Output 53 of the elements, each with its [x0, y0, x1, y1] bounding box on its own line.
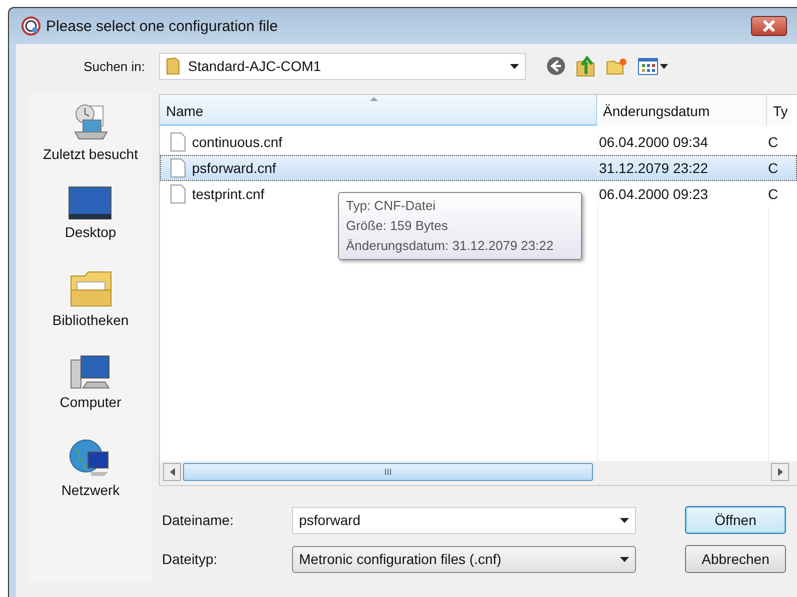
open-button[interactable]: Öffnen: [685, 506, 786, 534]
document-icon: [170, 158, 186, 178]
file-name: psforward.cnf: [192, 160, 276, 176]
scroll-left-button[interactable]: [163, 463, 181, 481]
scrollbar-thumb[interactable]: III: [183, 463, 593, 481]
monitor-icon: [68, 186, 112, 220]
sort-up-icon: [370, 97, 378, 101]
tooltip-line: Änderungsdatum: 31.12.2079 23:22: [346, 237, 554, 255]
file-row[interactable]: continuous.cnf 06.04.2000 09:34 C: [160, 129, 797, 155]
file-name-label: Dateiname:: [162, 512, 235, 528]
file-type-label: Dateityp:: [162, 551, 218, 567]
computer-icon: [68, 354, 112, 390]
sidebar-item[interactable]: Zuletzt besucht: [43, 146, 138, 162]
app-logo-icon: [21, 16, 41, 36]
close-button[interactable]: [751, 16, 787, 36]
file-name: continuous.cnf: [192, 134, 282, 150]
file-row[interactable]: psforward.cnf 31.12.2079 23:22 C: [160, 155, 797, 181]
sidebar-item[interactable]: Desktop: [64, 224, 116, 240]
caret-icon: [620, 518, 629, 522]
file-name-field[interactable]: psforward: [292, 506, 636, 534]
sidebar-item[interactable]: Netzwerk: [61, 482, 120, 498]
cancel-button[interactable]: Abbrechen: [685, 545, 786, 573]
file-type-dropdown[interactable]: Metronic configuration files (.cnf): [292, 546, 636, 572]
look-in-dropdown[interactable]: Standard-AJC-COM1: [159, 52, 526, 80]
folder-icon: [166, 57, 180, 75]
column-header[interactable]: Änderungsdatum: [597, 95, 767, 126]
document-icon: [170, 132, 186, 152]
caret-icon: [510, 64, 519, 68]
file-type: C: [768, 186, 778, 202]
right-triangle-icon: [778, 468, 782, 476]
file-date: 06.04.2000 09:23: [599, 186, 708, 202]
tooltip-line: Typ: CNF-Datei: [346, 197, 437, 215]
document-icon: [170, 184, 186, 204]
file-date: 31.12.2079 23:22: [599, 160, 708, 176]
left-triangle-icon: [170, 468, 174, 476]
column-header[interactable]: Ty: [767, 95, 791, 126]
file-name: testprint.cnf: [192, 186, 264, 202]
caret-icon: [620, 556, 629, 562]
library-folder-icon: [68, 270, 112, 308]
folder-up-icon[interactable]: [576, 55, 596, 77]
file-type: C: [768, 134, 778, 150]
sidebar-item[interactable]: Computer: [60, 394, 122, 410]
window-title: Please select one configuration file: [46, 18, 279, 34]
scroll-right-button[interactable]: [771, 463, 789, 481]
look-in-label: Suchen in:: [82, 58, 146, 74]
column-header[interactable]: Name: [160, 95, 597, 126]
new-folder-icon[interactable]: [606, 57, 628, 75]
file-date: 06.04.2000 09:34: [599, 134, 708, 150]
view-menu-icon[interactable]: [638, 58, 668, 74]
close-icon: [762, 20, 776, 32]
sidebar-item[interactable]: Bibliotheken: [52, 312, 129, 328]
tooltip-line: Größe: 159 Bytes: [346, 217, 449, 235]
file-type: C: [768, 160, 778, 176]
